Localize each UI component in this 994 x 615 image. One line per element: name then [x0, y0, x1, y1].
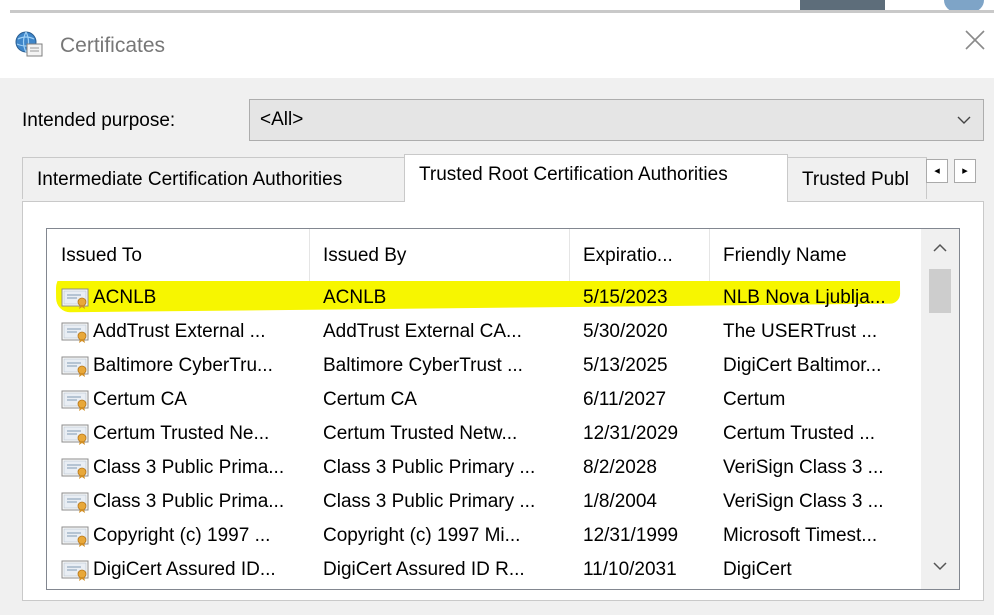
window-title: Certificates — [60, 34, 166, 57]
cell-issued-to: AddTrust External ... — [93, 321, 266, 342]
tab-label: Trusted Root Certification Authorities — [419, 164, 728, 185]
cell-issued-by: ACNLB — [323, 287, 387, 308]
column-friendly-name[interactable]: Friendly Name — [709, 229, 921, 281]
certificate-list[interactable]: Issued To Issued By Expiratio... Friendl… — [46, 228, 960, 590]
tab-scroll-right-button[interactable]: ▸ — [954, 159, 976, 183]
cell-friendly-name: The USERTrust ... — [723, 321, 878, 342]
table-row[interactable]: Copyright (c) 1997 ... Copyright (c) 1997… — [47, 519, 921, 553]
cell-friendly-name: Certum Trusted ... — [723, 423, 876, 444]
tab-intermediate-ca[interactable]: Intermediate Certification Authorities — [22, 157, 407, 199]
certificate-icon — [61, 321, 91, 343]
cell-expiration: 5/30/2020 — [583, 321, 668, 342]
close-button[interactable] — [960, 28, 990, 58]
cell-expiration: 12/31/2029 — [583, 423, 679, 444]
certificate-icon — [61, 525, 91, 547]
certificate-icon — [61, 355, 91, 377]
column-issued-to[interactable]: Issued To — [47, 229, 309, 281]
cell-friendly-name: Microsoft Timest... — [723, 525, 878, 546]
scroll-down-arrow-icon[interactable] — [921, 551, 959, 581]
column-expiration[interactable]: Expiratio... — [569, 229, 709, 281]
cell-issued-to: Class 3 Public Prima... — [93, 491, 285, 512]
table-row[interactable]: Class 3 Public Prima... Class 3 Public Pr… — [47, 485, 921, 519]
cell-expiration: 6/11/2027 — [583, 389, 667, 410]
intended-purpose-value: <All> — [260, 109, 304, 130]
scrollbar-thumb[interactable] — [929, 269, 951, 313]
table-row[interactable]: Baltimore CyberTru... Baltimore CyberTrus… — [47, 349, 921, 383]
table-row[interactable]: ACNLB ACNLB 5/15/2023 NLB Nova Ljublja... — [47, 281, 921, 315]
intended-purpose-select[interactable]: <All> — [249, 99, 984, 141]
cell-friendly-name: Certum — [723, 389, 786, 410]
cell-friendly-name: NLB Nova Ljublja... — [723, 287, 886, 308]
triangle-left-icon: ◂ — [934, 165, 940, 177]
certificate-icon — [61, 457, 91, 479]
cell-issued-by: Class 3 Public Primary ... — [323, 491, 536, 512]
tab-label: Trusted Publ — [802, 169, 910, 190]
table-row[interactable]: Class 3 Public Prima... Class 3 Public Pr… — [47, 451, 921, 485]
triangle-right-icon: ▸ — [962, 165, 968, 177]
cell-issued-by: DigiCert Assured ID R... — [323, 559, 525, 580]
cell-issued-to: DigiCert Assured ID... — [93, 559, 276, 580]
cell-expiration: 1/8/2004 — [583, 491, 657, 512]
certificate-icon — [61, 423, 91, 445]
chevron-down-icon — [957, 116, 971, 124]
cell-issued-to: Class 3 Public Prima... — [93, 457, 285, 478]
table-row[interactable]: Certum Trusted Ne... Certum Trusted Netw.… — [47, 417, 921, 451]
cell-expiration: 8/2/2028 — [583, 457, 657, 478]
tab-label: Intermediate Certification Authorities — [37, 169, 343, 190]
table-row[interactable]: AddTrust External ... AddTrust External C… — [47, 315, 921, 349]
tab-trusted-root-ca[interactable]: Trusted Root Certification Authorities — [404, 154, 788, 202]
tab-scroll-left-button[interactable]: ◂ — [926, 159, 948, 183]
top-divider — [10, 10, 994, 13]
certificate-icon — [61, 287, 91, 309]
cell-friendly-name: VeriSign Class 3 ... — [723, 491, 884, 512]
certificate-icon — [61, 389, 91, 411]
certificate-icon — [61, 559, 91, 581]
close-icon — [965, 30, 985, 50]
scroll-up-arrow-icon[interactable] — [921, 233, 959, 263]
cell-friendly-name: VeriSign Class 3 ... — [723, 457, 884, 478]
cell-issued-to: ACNLB — [93, 287, 157, 308]
cell-expiration: 5/15/2023 — [583, 287, 668, 308]
intended-purpose-label: Intended purpose: — [22, 110, 176, 131]
cell-issued-by: AddTrust External CA... — [323, 321, 522, 342]
certificate-globe-icon — [14, 30, 44, 60]
cell-issued-to: Baltimore CyberTru... — [93, 355, 273, 376]
cell-expiration: 11/10/2031 — [583, 559, 677, 580]
cell-issued-by: Baltimore CyberTrust ... — [323, 355, 523, 376]
column-issued-by[interactable]: Issued By — [309, 229, 569, 281]
cell-friendly-name: DigiCert Baltimor... — [723, 355, 882, 376]
cell-issued-by: Certum CA — [323, 389, 417, 410]
cell-expiration: 12/31/1999 — [583, 525, 679, 546]
cell-friendly-name: DigiCert — [723, 559, 792, 580]
cell-issued-by: Copyright (c) 1997 Mi... — [323, 525, 521, 546]
cell-issued-to: Certum CA — [93, 389, 187, 410]
list-header: Issued To Issued By Expiratio... Friendl… — [47, 229, 921, 281]
table-row[interactable]: DigiCert Assured ID... DigiCert Assured I… — [47, 553, 921, 587]
tab-trusted-publishers[interactable]: Trusted Publ — [787, 157, 927, 199]
certificate-icon — [61, 491, 91, 513]
cell-issued-by: Class 3 Public Primary ... — [323, 457, 536, 478]
cell-issued-to: Certum Trusted Ne... — [93, 423, 270, 444]
cell-issued-to: Copyright (c) 1997 ... — [93, 525, 271, 546]
cell-expiration: 5/13/2025 — [583, 355, 668, 376]
vertical-scrollbar[interactable] — [921, 229, 959, 589]
table-row[interactable]: Certum CA Certum CA 6/11/2027 Certum — [47, 383, 921, 417]
cell-issued-by: Certum Trusted Netw... — [323, 423, 518, 444]
